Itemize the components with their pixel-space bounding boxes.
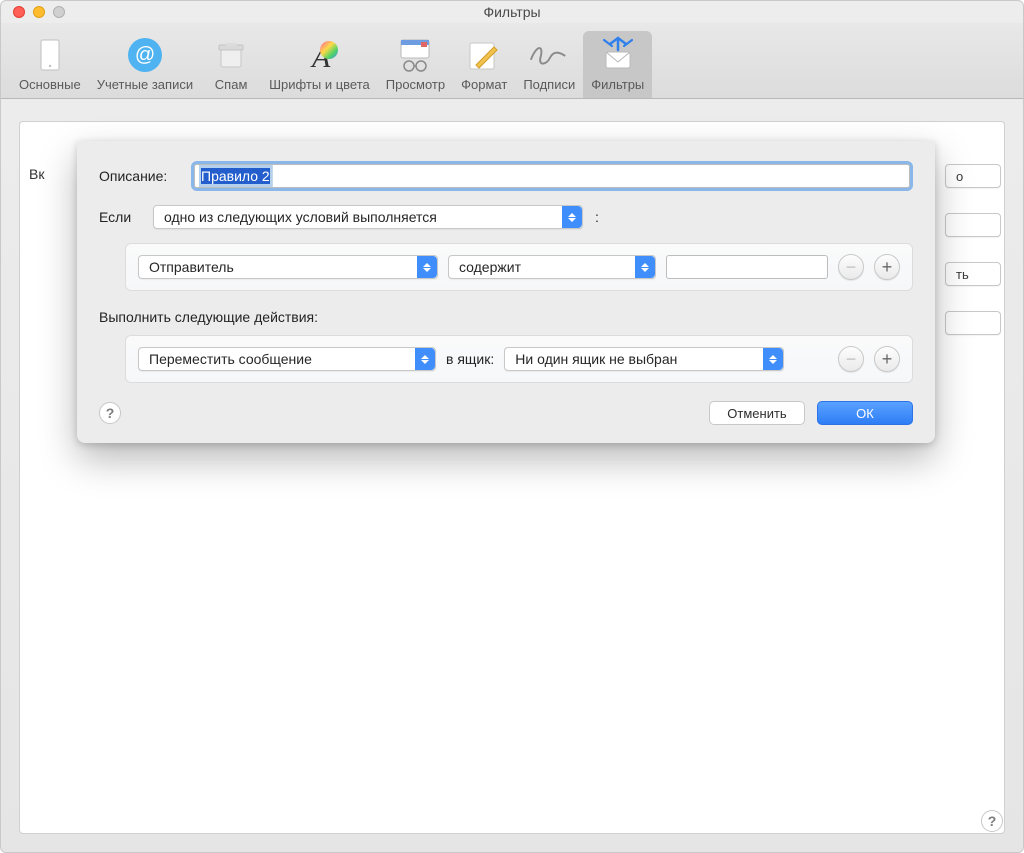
viewing-icon — [393, 35, 437, 75]
condition-field-value: Отправитель — [149, 259, 234, 275]
preferences-window: Фильтры Основные @ Учетные записи Спам — [0, 0, 1024, 853]
condition-match-value: одно из следующих условий выполняется — [164, 209, 437, 225]
bg-button-peek-3[interactable]: ть — [945, 262, 1001, 286]
svg-text:@: @ — [135, 44, 155, 66]
condition-field-select[interactable]: Отправитель — [138, 255, 438, 279]
window-help-button[interactable]: ? — [981, 810, 1003, 832]
minus-icon: − — [846, 349, 857, 370]
description-input[interactable] — [194, 164, 910, 188]
toolbar-label: Основные — [19, 77, 81, 92]
description-label: Описание: — [99, 168, 191, 184]
toolbar-label: Просмотр — [386, 77, 445, 92]
toolbar-label: Подписи — [523, 77, 575, 92]
bg-button-peek-2[interactable] — [945, 213, 1001, 237]
toolbar-label: Формат — [461, 77, 507, 92]
add-condition-button[interactable]: + — [874, 254, 900, 280]
actions-container: Переместить сообщение в ящик: Ни один ящ… — [125, 335, 913, 383]
general-icon — [28, 35, 72, 75]
select-arrows-icon — [417, 256, 437, 278]
toolbar-label: Шрифты и цвета — [269, 77, 370, 92]
toolbar-tab-composing[interactable]: Формат — [453, 31, 515, 98]
select-arrows-icon — [635, 256, 655, 278]
toolbar-tab-accounts[interactable]: @ Учетные записи — [89, 31, 201, 98]
help-icon: ? — [106, 405, 115, 421]
toolbar-tab-viewing[interactable]: Просмотр — [378, 31, 453, 98]
condition-operator-select[interactable]: содержит — [448, 255, 656, 279]
conditions-container: Отправитель содержит − + — [125, 243, 913, 291]
preferences-toolbar: Основные @ Учетные записи Спам A Шрифты … — [1, 23, 1023, 99]
toolbar-tab-fonts[interactable]: A Шрифты и цвета — [261, 31, 378, 98]
select-arrows-icon — [562, 206, 582, 228]
if-label: Если — [99, 209, 153, 225]
toolbar-label: Учетные записи — [97, 77, 193, 92]
accounts-icon: @ — [123, 35, 167, 75]
fonts-colors-icon: A — [297, 35, 341, 75]
toolbar-tab-general[interactable]: Основные — [11, 31, 89, 98]
condition-value-input[interactable] — [666, 255, 828, 279]
bg-add-rule-button[interactable]: о — [945, 164, 1001, 188]
plus-icon: + — [882, 349, 893, 370]
if-colon: : — [595, 209, 599, 225]
condition-match-select[interactable]: одно из следующих условий выполняется — [153, 205, 583, 229]
rules-icon — [596, 35, 640, 75]
description-focus-ring — [191, 161, 913, 191]
toolbar-tab-junk[interactable]: Спам — [201, 31, 261, 98]
help-icon: ? — [988, 813, 997, 829]
action-mailbox-value: Ни один ящик не выбран — [515, 351, 677, 367]
actions-title: Выполнить следующие действия: — [99, 309, 913, 325]
action-to-label: в ящик: — [446, 351, 494, 367]
signatures-icon — [527, 35, 571, 75]
select-arrows-icon — [415, 348, 435, 370]
select-arrows-icon — [763, 348, 783, 370]
rule-editor-sheet: Описание: Если одно из следующих условий… — [77, 141, 935, 443]
action-verb-select[interactable]: Переместить сообщение — [138, 347, 436, 371]
action-verb-value: Переместить сообщение — [149, 351, 312, 367]
add-action-button[interactable]: + — [874, 346, 900, 372]
plus-icon: + — [882, 257, 893, 278]
condition-operator-value: содержит — [459, 259, 521, 275]
sheet-help-button[interactable]: ? — [99, 402, 121, 424]
composing-icon — [462, 35, 506, 75]
column-header-peek: Вк — [29, 166, 44, 182]
bg-button-peek-4[interactable] — [945, 311, 1001, 335]
toolbar-tab-signatures[interactable]: Подписи — [515, 31, 583, 98]
action-mailbox-select[interactable]: Ни один ящик не выбран — [504, 347, 784, 371]
minus-icon: − — [846, 257, 857, 278]
cancel-button[interactable]: Отменить — [709, 401, 805, 425]
toolbar-tab-rules[interactable]: Фильтры — [583, 31, 652, 98]
toolbar-label: Спам — [215, 77, 248, 92]
remove-action-button[interactable]: − — [838, 346, 864, 372]
ok-button[interactable]: ОК — [817, 401, 913, 425]
toolbar-label: Фильтры — [591, 77, 644, 92]
titlebar: Фильтры — [1, 1, 1023, 23]
window-title: Фильтры — [1, 4, 1023, 20]
junk-icon — [209, 35, 253, 75]
remove-condition-button[interactable]: − — [838, 254, 864, 280]
